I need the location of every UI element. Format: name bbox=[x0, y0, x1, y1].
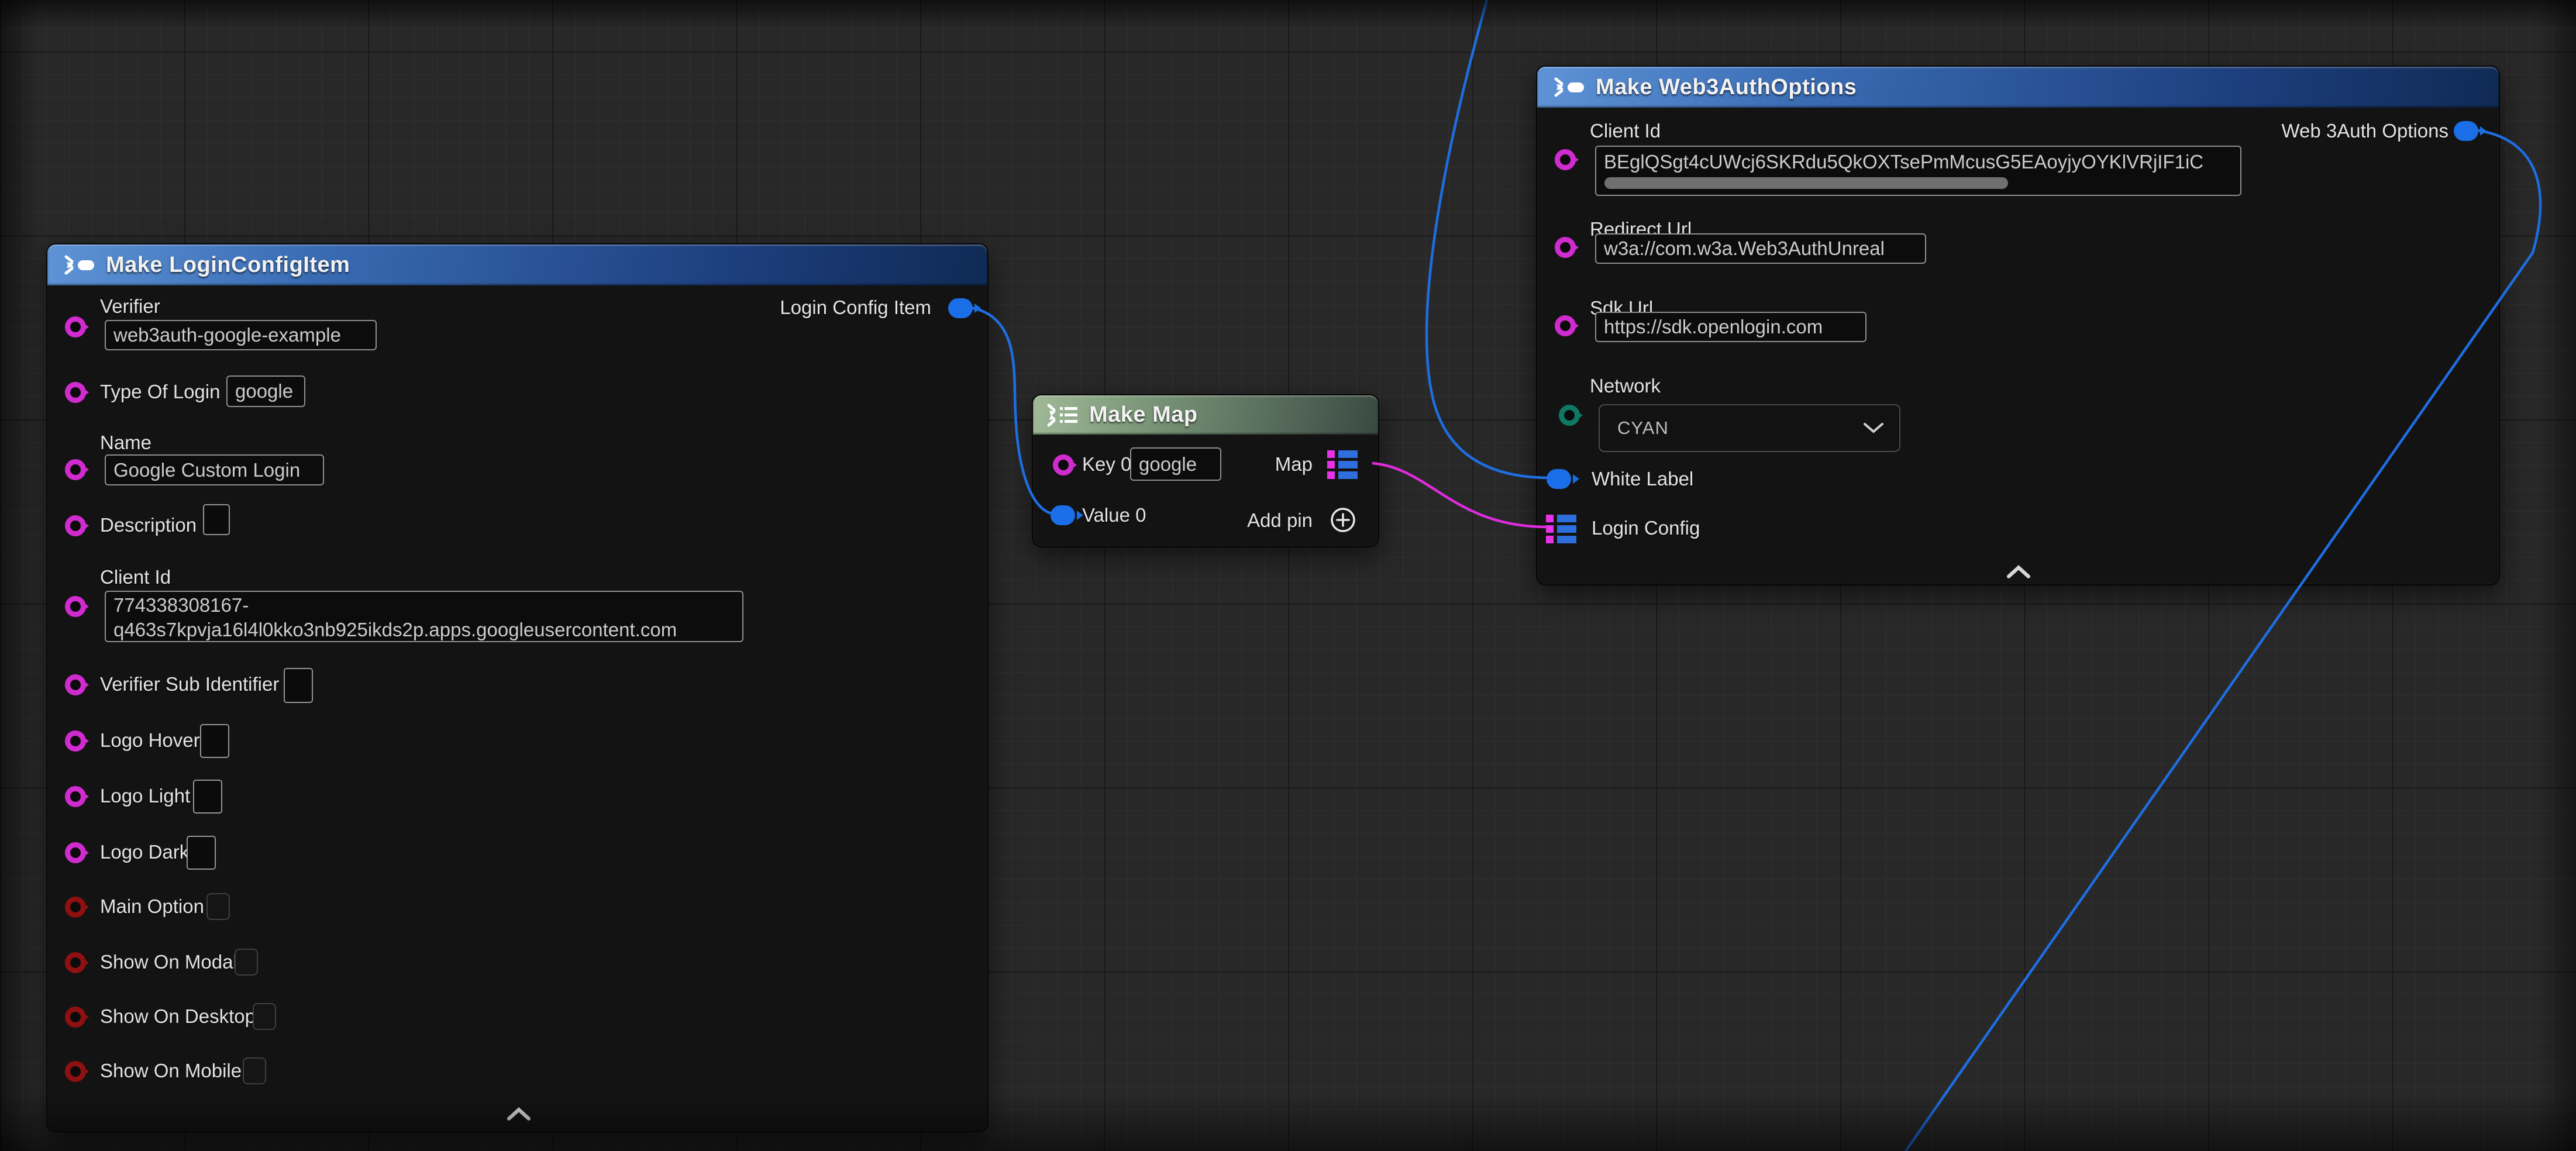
key-0-input[interactable]: google bbox=[1130, 447, 1221, 481]
pin-label-client-id: Client Id bbox=[100, 567, 171, 588]
add-pin-label[interactable]: Add pin bbox=[1247, 510, 1313, 531]
pin-logo-hover[interactable] bbox=[65, 730, 86, 752]
pin-verifier[interactable] bbox=[65, 316, 86, 337]
pin-label-logo-light: Logo Light bbox=[100, 785, 190, 807]
pin-client-id[interactable] bbox=[1555, 149, 1576, 170]
redirect-url-input[interactable]: w3a://com.w3a.Web3AuthUnreal bbox=[1595, 233, 1926, 264]
node-title: Make LoginConfigItem bbox=[106, 253, 350, 278]
pin-key-0[interactable] bbox=[1053, 454, 1074, 475]
type-of-login-input[interactable]: google bbox=[226, 375, 305, 407]
make-struct-icon bbox=[1552, 74, 1586, 100]
chevron-down-icon bbox=[1863, 422, 1884, 434]
blueprint-canvas: Make LoginConfigItem Login Config Item V… bbox=[0, 0, 2576, 1151]
show-on-modal-checkbox[interactable] bbox=[235, 949, 258, 976]
pin-label-show-on-desktop: Show On Desktop bbox=[100, 1006, 256, 1027]
node-make-map[interactable]: Make Map Key 0 google Map Value 0 Add pi… bbox=[1032, 394, 1379, 547]
pin-redirect-url[interactable] bbox=[1555, 237, 1576, 258]
pin-client-id[interactable] bbox=[65, 596, 86, 617]
name-input[interactable]: Google Custom Login bbox=[105, 454, 324, 485]
pin-label-type-of-login: Type Of Login bbox=[100, 381, 220, 402]
pin-label-name: Name bbox=[100, 432, 151, 453]
pin-login-config[interactable] bbox=[1546, 514, 1576, 547]
collapse-chevron-icon[interactable] bbox=[507, 1107, 531, 1125]
pin-label-verifier: Verifier bbox=[100, 296, 160, 317]
node-title: Make Map bbox=[1089, 402, 1198, 428]
pin-logo-light[interactable] bbox=[65, 786, 86, 807]
show-on-mobile-checkbox[interactable] bbox=[243, 1057, 266, 1084]
node-make-loginconfigitem[interactable]: Make LoginConfigItem Login Config Item V… bbox=[46, 243, 989, 1132]
pin-main-option[interactable] bbox=[65, 897, 86, 918]
pin-label-main-option: Main Option bbox=[100, 896, 204, 917]
node-header-make-map[interactable]: Make Map bbox=[1033, 395, 1378, 435]
node-header-make-web3authoptions[interactable]: Make Web3AuthOptions bbox=[1537, 67, 2499, 108]
output-pin-label: Web 3Auth Options bbox=[2281, 120, 2448, 142]
logo-light-input[interactable] bbox=[193, 780, 222, 814]
client-id-input[interactable]: BEglQSgt4cUWcj6SKRdu5QkOXTsePmMcusG5EAoy… bbox=[1595, 146, 2241, 196]
pin-label-key-0: Key 0 bbox=[1082, 454, 1131, 475]
pin-logo-dark[interactable] bbox=[65, 842, 86, 863]
pin-label-value-0: Value 0 bbox=[1082, 505, 1146, 526]
pin-show-on-modal[interactable] bbox=[65, 952, 86, 973]
add-pin-icon[interactable] bbox=[1330, 506, 1356, 536]
output-pin-label: Login Config Item bbox=[780, 297, 931, 318]
sdk-url-input[interactable]: https://sdk.openlogin.com bbox=[1595, 312, 1866, 342]
node-title: Make Web3AuthOptions bbox=[1596, 75, 1857, 100]
pin-label-client-id: Client Id bbox=[1590, 120, 1661, 142]
pin-white-label[interactable] bbox=[1547, 469, 1571, 489]
network-dropdown-value: CYAN bbox=[1617, 418, 1669, 439]
description-input[interactable] bbox=[203, 504, 230, 535]
output-pin-login-config-item[interactable] bbox=[948, 298, 973, 318]
collapse-chevron-icon[interactable] bbox=[2007, 564, 2030, 583]
pin-label-description: Description bbox=[100, 515, 197, 536]
make-map-icon bbox=[1046, 402, 1080, 428]
client-id-scrollbar[interactable] bbox=[1604, 177, 2008, 189]
pin-label-network: Network bbox=[1590, 375, 1661, 397]
pin-value-0[interactable] bbox=[1051, 505, 1075, 525]
network-dropdown[interactable]: CYAN bbox=[1599, 404, 1900, 452]
pin-name[interactable] bbox=[65, 459, 86, 480]
pin-label-verifier-sub-identifier: Verifier Sub Identifier bbox=[100, 674, 279, 695]
pin-show-on-mobile[interactable] bbox=[65, 1061, 86, 1082]
make-struct-icon bbox=[63, 252, 97, 278]
node-header-make-loginconfigitem[interactable]: Make LoginConfigItem bbox=[47, 244, 987, 285]
client-id-text: BEglQSgt4cUWcj6SKRdu5QkOXTsePmMcusG5EAoy… bbox=[1604, 151, 2203, 173]
output-pin-web3auth-options[interactable] bbox=[2454, 121, 2478, 141]
verifier-sub-identifier-input[interactable] bbox=[284, 668, 313, 703]
logo-hover-input[interactable] bbox=[200, 724, 229, 758]
pin-label-logo-dark: Logo Dark bbox=[100, 842, 189, 863]
output-pin-map[interactable] bbox=[1327, 449, 1358, 483]
main-option-checkbox[interactable] bbox=[206, 893, 230, 920]
pin-description[interactable] bbox=[65, 515, 86, 536]
pin-type-of-login[interactable] bbox=[65, 382, 86, 403]
output-pin-label-map: Map bbox=[1275, 454, 1313, 475]
node-make-web3authoptions[interactable]: Make Web3AuthOptions Web 3Auth Options C… bbox=[1536, 66, 2500, 585]
pin-label-white-label: White Label bbox=[1592, 468, 1693, 490]
pin-sdk-url[interactable] bbox=[1555, 315, 1576, 336]
logo-dark-input[interactable] bbox=[187, 836, 216, 870]
pin-network[interactable] bbox=[1559, 405, 1580, 426]
pin-label-show-on-mobile: Show On Mobile bbox=[100, 1060, 242, 1081]
show-on-desktop-checkbox[interactable] bbox=[253, 1003, 276, 1030]
pin-verifier-sub-identifier[interactable] bbox=[65, 674, 86, 695]
pin-label-logo-hover: Logo Hover bbox=[100, 730, 200, 751]
verifier-input[interactable]: web3auth-google-example bbox=[105, 320, 377, 350]
pin-label-show-on-modal: Show On Modal bbox=[100, 952, 237, 973]
client-id-input[interactable]: 774338308167-q463s7kpvja16l4l0kko3nb925i… bbox=[105, 591, 743, 642]
pin-label-login-config: Login Config bbox=[1592, 518, 1700, 539]
pin-show-on-desktop[interactable] bbox=[65, 1007, 86, 1028]
